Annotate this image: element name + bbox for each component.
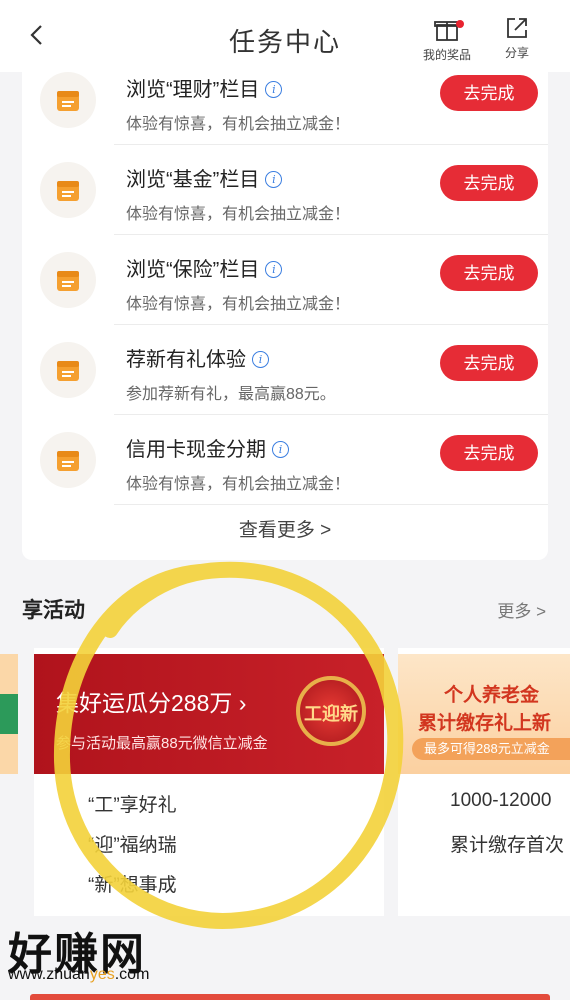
section-more-link[interactable]: 更多 > (497, 597, 546, 622)
activity-line: 1000-12000 (450, 790, 552, 811)
divider (114, 504, 548, 505)
activity-title: 个人养老金 (444, 685, 540, 706)
share-label: 分享 (504, 46, 529, 60)
prev-card-edge (0, 654, 18, 774)
go-complete-button[interactable]: 去完成 (440, 75, 538, 111)
view-more-link[interactable]: 查看更多 > (22, 515, 548, 542)
section-title: 享活动 (22, 599, 85, 622)
gift-icon (434, 21, 460, 41)
task-desc: 参加荐新有礼，最高赢88元。 (126, 386, 336, 403)
task-item: 信用卡现金分期 i 体验有惊喜，有机会抽立减金！ 去完成 (22, 415, 548, 505)
task-item: 荐新有礼体验 i 参加荐新有礼，最高赢88元。 去完成 (22, 325, 548, 415)
watermark-url: www.zhuanyes.com (8, 966, 150, 983)
activity-title: 集好运瓜分288万 › (56, 690, 247, 716)
top-bar: 任务中心 我的奖品 分享 (0, 0, 570, 72)
share-icon (507, 18, 527, 38)
task-desc: 体验有惊喜，有机会抽立减金！ (126, 116, 351, 133)
activity-line: 累计缴存首次 (450, 835, 565, 856)
task-item: 浏览“基金”栏目 i 体验有惊喜，有机会抽立减金！ 去完成 (22, 145, 548, 235)
activity-line: “工”享好礼 (88, 795, 177, 816)
activity-pill: 最多可得288元立减金 (412, 738, 570, 760)
task-name: 荐新有礼体验 i (126, 343, 269, 372)
task-desc: 体验有惊喜，有机会抽立减金！ (126, 296, 351, 313)
go-complete-button[interactable]: 去完成 (440, 435, 538, 471)
task-name: 浏览“理财”栏目 i (126, 73, 283, 102)
next-section-bar (30, 994, 550, 1000)
activity-card[interactable]: 个人养老金 累计缴存礼上新 最多可得288元立减金 1000-12000 累计缴… (398, 648, 570, 916)
calendar-icon (40, 72, 96, 128)
calendar-icon (40, 252, 96, 308)
calendar-icon (40, 432, 96, 488)
info-icon[interactable]: i (265, 261, 283, 278)
task-name: 浏览“基金”栏目 i (126, 163, 283, 192)
go-complete-button[interactable]: 去完成 (440, 165, 538, 201)
activity-banner: 个人养老金 累计缴存礼上新 最多可得288元立减金 (398, 654, 570, 774)
my-prizes-button[interactable]: 我的奖品 (416, 16, 478, 63)
calendar-icon (40, 162, 96, 218)
activity-line: “迎”福纳瑞 (88, 835, 177, 856)
task-list-card: 浏览“理财”栏目 i 体验有惊喜，有机会抽立减金！ 去完成 浏览“基金”栏目 i 体… (22, 55, 548, 560)
info-icon[interactable]: i (272, 441, 289, 458)
activity-subtitle: 参与活动最高赢88元微信立减金 (56, 735, 268, 752)
info-icon[interactable]: i (265, 81, 283, 98)
my-prizes-label: 我的奖品 (422, 48, 471, 62)
task-item: 浏览“保险”栏目 i 体验有惊喜，有机会抽立减金！ 去完成 (22, 235, 548, 325)
go-complete-button[interactable]: 去完成 (440, 255, 538, 291)
activity-banner: 集好运瓜分288万 › 参与活动最高赢88元微信立减金 工迎新 (34, 654, 384, 774)
lantern-medal-icon: 工迎新 (296, 676, 366, 746)
calendar-icon (40, 342, 96, 398)
activity-line: “新”想事成 (88, 875, 177, 896)
share-button[interactable]: 分享 (486, 16, 548, 61)
notification-dot (456, 20, 464, 28)
page-title: 任务中心 (228, 27, 341, 57)
activity-carousel[interactable]: 集好运瓜分288万 › 参与活动最高赢88元微信立减金 工迎新 “工”享好礼 “… (0, 648, 570, 918)
task-name: 浏览“保险”栏目 i (126, 253, 283, 282)
task-name: 信用卡现金分期 i (126, 433, 289, 462)
task-desc: 体验有惊喜，有机会抽立减金！ (126, 206, 351, 223)
activity-card[interactable]: 集好运瓜分288万 › 参与活动最高赢88元微信立减金 工迎新 “工”享好礼 “… (34, 648, 384, 916)
info-icon[interactable]: i (252, 351, 269, 368)
go-complete-button[interactable]: 去完成 (440, 345, 538, 381)
activity-subtitle: 累计缴存礼上新 (418, 713, 552, 734)
task-desc: 体验有惊喜，有机会抽立减金！ (126, 476, 351, 493)
info-icon[interactable]: i (265, 171, 283, 188)
